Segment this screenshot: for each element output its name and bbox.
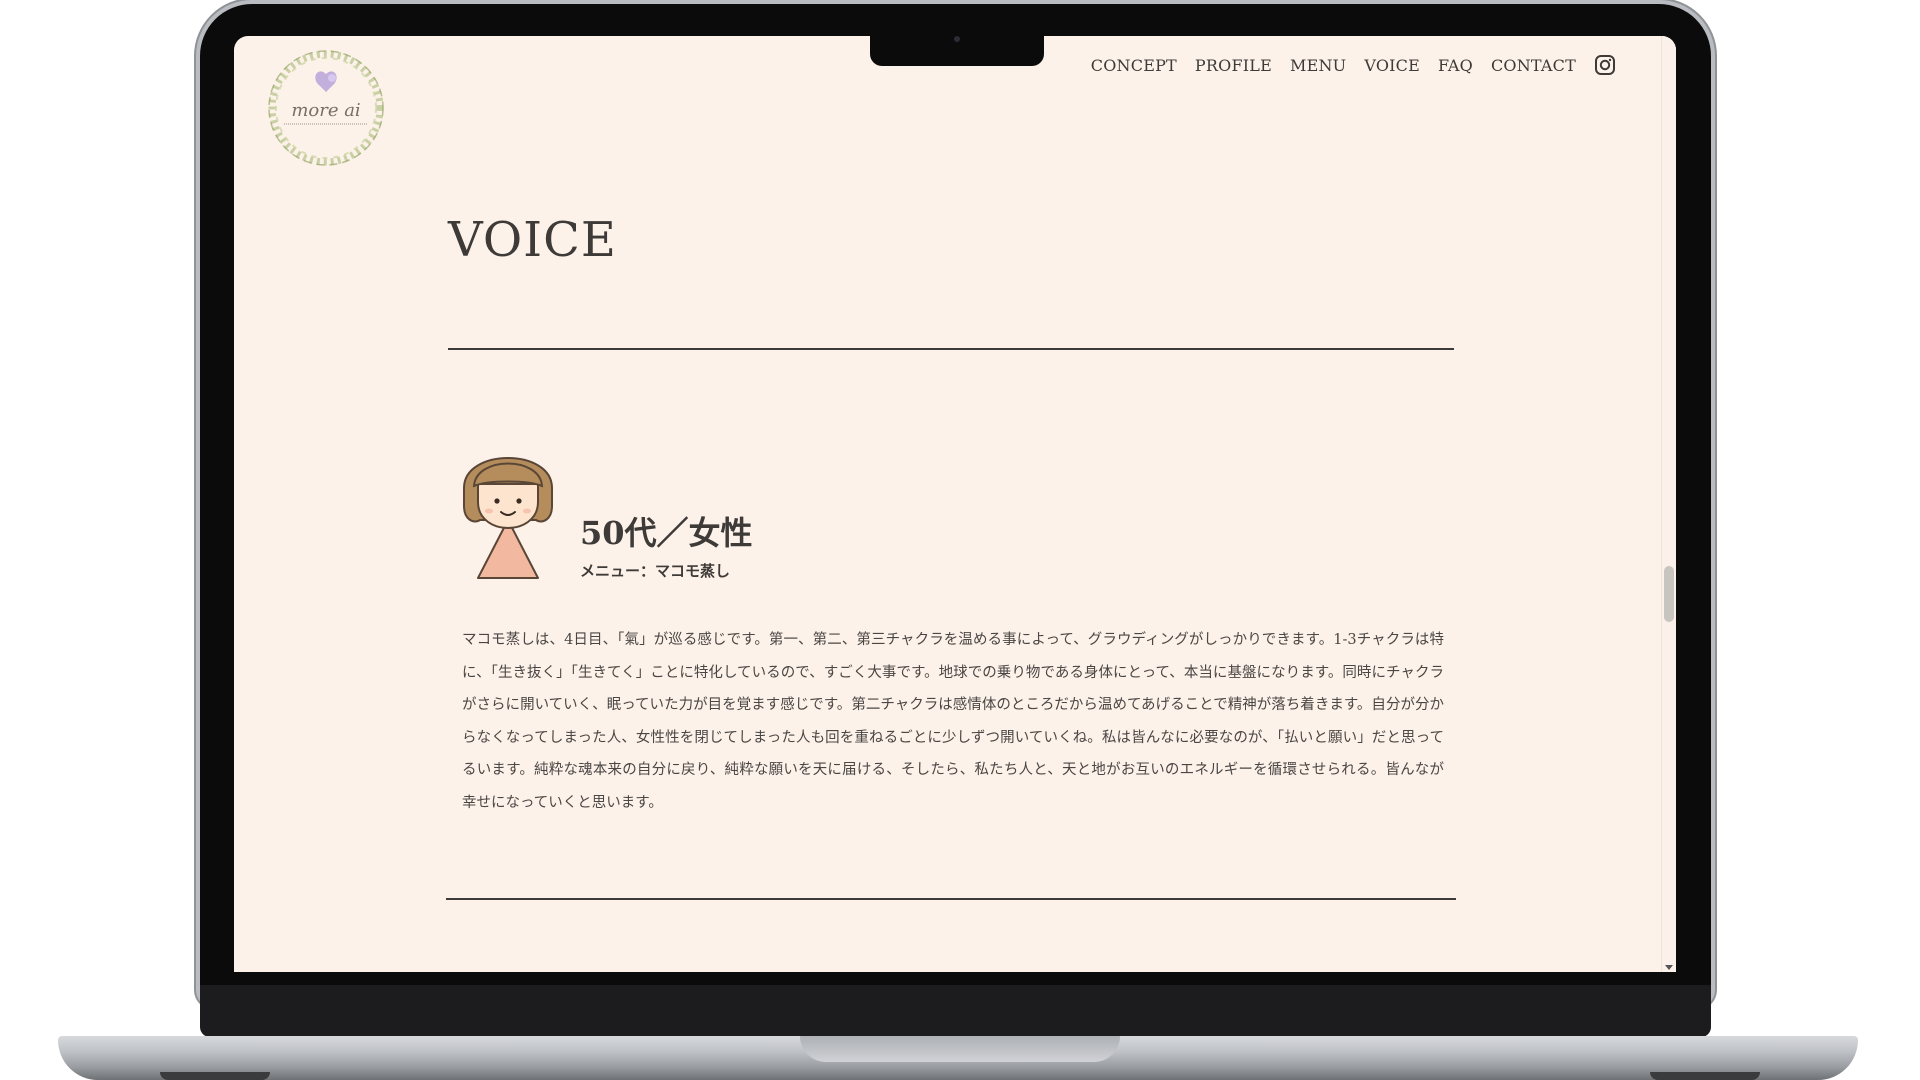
laptop-foot xyxy=(1650,1072,1760,1080)
divider xyxy=(448,348,1454,350)
vertical-scrollbar[interactable] xyxy=(1661,36,1676,972)
wreath-logo-icon: more ai xyxy=(268,50,384,166)
main-nav: CONCEPT PROFILE MENU VOICE FAQ CONTACT xyxy=(1091,54,1616,76)
camera-icon xyxy=(954,36,960,42)
nav-concept[interactable]: CONCEPT xyxy=(1091,56,1177,75)
nav-contact[interactable]: CONTACT xyxy=(1491,56,1576,75)
site-logo[interactable]: more ai xyxy=(262,44,390,172)
logo-text: more ai xyxy=(291,100,360,121)
scroll-down-arrow-icon[interactable] xyxy=(1665,965,1673,970)
avatar-icon xyxy=(458,428,558,584)
instagram-icon[interactable] xyxy=(1594,54,1616,76)
voice-menu-label: メニュー：マコモ蒸し xyxy=(580,562,731,580)
nav-voice[interactable]: VOICE xyxy=(1364,56,1420,75)
page-title: VOICE xyxy=(448,212,617,268)
laptop-bezel-bottom xyxy=(200,985,1711,1037)
voice-heading: 50代／女性 xyxy=(580,514,753,552)
nav-menu[interactable]: MENU xyxy=(1290,56,1346,75)
laptop-opening-notch xyxy=(800,1036,1120,1062)
nav-faq[interactable]: FAQ xyxy=(1438,56,1473,75)
voice-body-text: マコモ蒸しは、4日目、「氣」が巡る感じです。第一、第二、第三チャクラを温める事に… xyxy=(462,632,1444,811)
scrollbar-thumb[interactable] xyxy=(1664,566,1674,622)
nav-profile[interactable]: PROFILE xyxy=(1195,56,1272,75)
laptop-foot xyxy=(160,1072,270,1080)
browser-viewport: more ai CONCEPT PROFILE MENU VOICE FAQ C… xyxy=(234,36,1676,972)
divider xyxy=(446,898,1456,900)
